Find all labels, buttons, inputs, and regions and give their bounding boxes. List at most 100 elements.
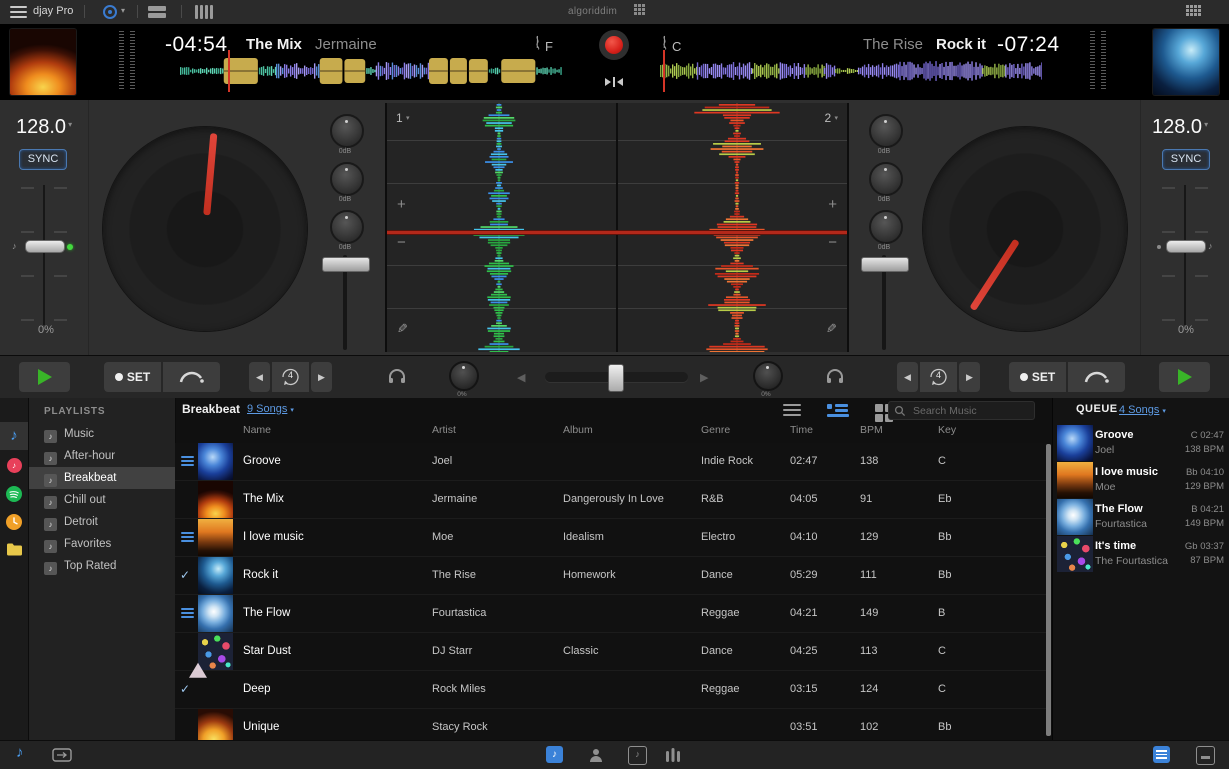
- deck2-play-button[interactable]: [1159, 362, 1210, 392]
- deck2-waveform[interactable]: [660, 54, 1042, 88]
- deck2-bpm-display[interactable]: 128.0▾: [1152, 116, 1208, 139]
- deck1-pitch-handle[interactable]: [25, 240, 65, 253]
- eq-knob[interactable]: [330, 162, 364, 196]
- track-row[interactable]: The FlowFourtasticaReggae04:21149B: [175, 595, 1047, 633]
- queue-count-link[interactable]: 4 Songs▾: [1119, 404, 1166, 416]
- deck2-volume-fader[interactable]: [860, 255, 908, 350]
- crossfader-handle[interactable]: [608, 364, 624, 392]
- queue-item[interactable]: I love musicMoeBb 04:10129 BPM: [1053, 462, 1229, 499]
- deck2-sync-button[interactable]: SYNC: [1162, 149, 1210, 170]
- column-header[interactable]: Name: [243, 424, 271, 436]
- loop-halve-button[interactable]: ◀: [897, 362, 918, 392]
- zoom-in-icon[interactable]: +: [828, 199, 837, 211]
- record-menu-icon[interactable]: ▾: [103, 4, 133, 20]
- column-header[interactable]: Artist: [432, 424, 456, 436]
- deck2-platter[interactable]: [923, 127, 1127, 331]
- eq-knob[interactable]: [869, 210, 903, 244]
- deck1-pitch-slider[interactable]: ♪: [12, 185, 76, 325]
- deck2-number-label[interactable]: 2 ▾: [824, 111, 838, 125]
- deck1-volume-handle[interactable]: [322, 257, 370, 272]
- table-scrollbar[interactable]: [1046, 444, 1051, 736]
- deck1-sync-button[interactable]: SYNC: [19, 149, 67, 170]
- eq-knob[interactable]: [330, 114, 364, 148]
- deck2-headphone-cue-icon[interactable]: [826, 368, 844, 389]
- edit-beatgrid-icon[interactable]: ✎: [826, 321, 837, 337]
- queue-view-icon[interactable]: [1153, 746, 1170, 763]
- source-spotify-icon[interactable]: [0, 480, 28, 508]
- track-row[interactable]: ✓Rock itThe RiseHomeworkDance05:29111Bb: [175, 557, 1047, 595]
- song-count-link[interactable]: 9 Songs▾: [247, 403, 294, 415]
- eq-knob[interactable]: [869, 162, 903, 196]
- parallel-waveform-panel[interactable]: 1 ▾ 2 ▾ + + − − ✎ ✎: [385, 103, 849, 352]
- track-row[interactable]: ✓DeepRock MilesReggae03:15124C: [175, 671, 1047, 709]
- edit-beatgrid-icon[interactable]: ✎: [397, 321, 408, 337]
- playlist-item[interactable]: ♪Music: [29, 423, 175, 445]
- library-note-icon[interactable]: ♪: [16, 744, 24, 761]
- sampler-bars-icon[interactable]: [195, 5, 217, 19]
- track-row[interactable]: The MixJermaineDangerously In LoveR&B04:…: [175, 481, 1047, 519]
- crossfader[interactable]: [545, 372, 688, 382]
- apps-grid-icon[interactable]: [1186, 5, 1204, 18]
- deck2-pitch-slider[interactable]: ♪: [1153, 185, 1217, 325]
- deck2-cue-mix-knob[interactable]: [753, 361, 783, 391]
- source-apple-music-icon[interactable]: ♪: [0, 452, 28, 480]
- record-button[interactable]: [599, 30, 629, 60]
- songs-view-icon[interactable]: ♪: [546, 746, 563, 763]
- genres-view-icon[interactable]: [664, 747, 682, 768]
- track-row[interactable]: GrooveJoelIndie Rock02:47138C: [175, 443, 1047, 481]
- mini-player-icon[interactable]: [1196, 746, 1215, 765]
- loop-toggle-button[interactable]: 4: [920, 362, 957, 392]
- crossfade-left-arrow[interactable]: ◀: [517, 371, 525, 384]
- loop-double-button[interactable]: ▶: [311, 362, 332, 392]
- loop-toggle-button[interactable]: 4: [272, 362, 309, 392]
- deck1-number-label[interactable]: 1 ▾: [396, 111, 410, 125]
- track-row[interactable]: I love musicMoeIdealismElectro04:10129Bb: [175, 519, 1047, 557]
- search-input[interactable]: [911, 403, 1033, 418]
- playlist-item[interactable]: ♪Favorites: [29, 533, 175, 555]
- deck-layout-icon[interactable]: [148, 6, 166, 18]
- deck2-cue-set-button[interactable]: SET: [1009, 362, 1066, 392]
- zoom-out-icon[interactable]: −: [828, 237, 837, 249]
- track-row[interactable]: Star DustDJ StarrClassicDance04:25113C: [175, 633, 1047, 671]
- playlist-item[interactable]: ♪Breakbeat: [29, 467, 175, 489]
- deck1-cue-mix-knob[interactable]: [449, 361, 479, 391]
- automix-queue-icon[interactable]: [52, 748, 72, 767]
- zoom-in-icon[interactable]: +: [397, 199, 406, 211]
- deck1-bpm-display[interactable]: 128.0▾: [16, 116, 72, 139]
- source-djay-library-icon[interactable]: ♪: [0, 422, 28, 450]
- loop-double-button[interactable]: ▶: [959, 362, 980, 392]
- deck1-cue-set-button[interactable]: SET: [104, 362, 161, 392]
- deck2-pitch-handle[interactable]: [1166, 240, 1206, 253]
- automix-icon[interactable]: [600, 74, 628, 90]
- playlist-item[interactable]: ♪Detroit: [29, 511, 175, 533]
- column-header[interactable]: BPM: [860, 424, 883, 436]
- source-files-folder-icon[interactable]: [0, 535, 28, 563]
- albums-view-icon[interactable]: ♪: [628, 746, 647, 765]
- zoom-out-icon[interactable]: −: [397, 237, 406, 249]
- deck1-volume-fader[interactable]: [321, 255, 369, 350]
- view-detail-list-icon[interactable]: [827, 404, 849, 419]
- playlist-item[interactable]: ♪Chill out: [29, 489, 175, 511]
- queue-item[interactable]: The FlowFourtasticaB 04:21149 BPM: [1053, 499, 1229, 536]
- column-header[interactable]: Album: [563, 424, 593, 436]
- deck1-pitch-bend-button[interactable]: [163, 362, 220, 392]
- column-header[interactable]: Key: [938, 424, 956, 436]
- queue-item[interactable]: It's timeThe FourtasticaGb 03:3787 BPM: [1053, 536, 1229, 573]
- loop-halve-button[interactable]: ◀: [249, 362, 270, 392]
- playlist-item[interactable]: ♪Top Rated: [29, 555, 175, 577]
- eq-knob[interactable]: [330, 210, 364, 244]
- artists-view-icon[interactable]: [588, 747, 604, 768]
- source-history-icon[interactable]: [0, 508, 28, 536]
- column-header[interactable]: Time: [790, 424, 813, 436]
- crossfade-right-arrow[interactable]: ▶: [700, 371, 708, 384]
- column-header[interactable]: Genre: [701, 424, 730, 436]
- queue-item[interactable]: GrooveJoelC 02:47138 BPM: [1053, 425, 1229, 462]
- menu-icon[interactable]: [10, 6, 27, 18]
- deck1-play-button[interactable]: [19, 362, 70, 392]
- deck2-volume-handle[interactable]: [861, 257, 909, 272]
- deck1-waveform[interactable]: [180, 54, 562, 88]
- view-list-icon[interactable]: [783, 404, 801, 419]
- deck2-pitch-bend-button[interactable]: [1068, 362, 1125, 392]
- deck1-headphone-cue-icon[interactable]: [388, 368, 406, 389]
- playlist-item[interactable]: ♪After-hour: [29, 445, 175, 467]
